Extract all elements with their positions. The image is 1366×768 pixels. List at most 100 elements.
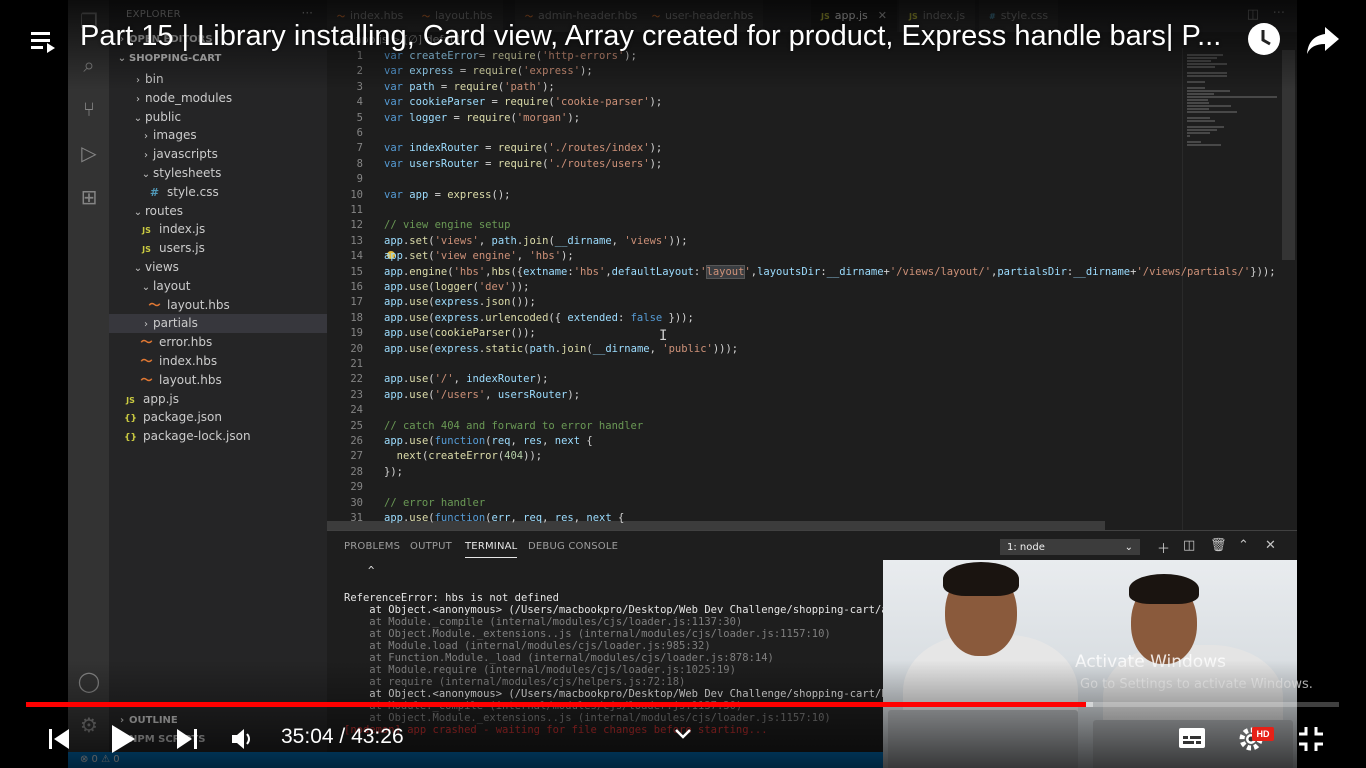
exit-fullscreen-icon[interactable] bbox=[1297, 725, 1325, 753]
tree-folder[interactable]: ⌄ layout bbox=[109, 277, 327, 296]
tree-folder[interactable]: ⌄ public bbox=[109, 108, 327, 127]
problems-status[interactable]: ⊗ 0 ⚠ 0 bbox=[80, 752, 120, 768]
code-line[interactable]: 6 bbox=[327, 126, 1177, 141]
chevron-down-icon[interactable]: ⌄ bbox=[131, 109, 145, 128]
split-editor-icon[interactable]: ◫ bbox=[1247, 7, 1259, 22]
code-line[interactable]: 11 bbox=[327, 203, 1177, 218]
minimap-line bbox=[1187, 126, 1224, 128]
code-line[interactable]: 2 var express = require('express'); bbox=[327, 64, 1177, 79]
tree-folder[interactable]: ⌄ stylesheets bbox=[109, 164, 327, 183]
chevron-right-icon[interactable]: › bbox=[139, 146, 153, 165]
code-line[interactable]: 19 app.use(cookieParser()); bbox=[327, 326, 1177, 341]
code-line[interactable]: 20 app.use(express.static(path.join(__dir… bbox=[327, 342, 1177, 357]
panel-tab-problems[interactable]: PROBLEMS bbox=[344, 541, 400, 552]
chevron-down-icon[interactable]: ⌄ bbox=[139, 278, 153, 297]
play-icon[interactable] bbox=[110, 724, 136, 754]
code-line[interactable]: 8 var usersRouter = require('./routes/use… bbox=[327, 157, 1177, 172]
tree-folder[interactable]: ⌄ views bbox=[109, 258, 327, 277]
code-line[interactable]: 22 app.use('/', indexRouter); bbox=[327, 372, 1177, 387]
tree-folder[interactable]: › partials bbox=[109, 314, 327, 334]
code-line[interactable]: 31 app.use(function(err, req, res, next { bbox=[327, 511, 1177, 526]
search-icon[interactable]: ⌕ bbox=[76, 52, 102, 78]
watch-later-icon[interactable] bbox=[1247, 22, 1281, 56]
chevron-down-icon[interactable] bbox=[674, 727, 692, 741]
tree-file[interactable]: 〜 error.hbs bbox=[109, 333, 327, 352]
tree-file[interactable]: JS index.js bbox=[109, 220, 327, 239]
tree-folder[interactable]: › javascripts bbox=[109, 145, 327, 164]
account-icon[interactable]: ◯ bbox=[76, 668, 102, 694]
project-section[interactable]: ⌄ SHOPPING-CART bbox=[115, 53, 222, 64]
chevron-down-icon[interactable]: ⌄ bbox=[139, 165, 153, 184]
tree-file[interactable]: # style.css bbox=[109, 183, 327, 202]
kill-terminal-icon[interactable]: 🗑 bbox=[1210, 538, 1227, 553]
code-line[interactable]: 27 next(createError(404)); bbox=[327, 449, 1177, 464]
code-line[interactable]: 24 bbox=[327, 403, 1177, 418]
tree-folder[interactable]: › node_modules bbox=[109, 89, 327, 108]
code-line[interactable]: 13 app.set('views', path.join(__dirname, … bbox=[327, 234, 1177, 249]
code-line[interactable]: 4 var cookieParser = require('cookie-pars… bbox=[327, 95, 1177, 110]
tree-folder[interactable]: › images bbox=[109, 126, 327, 145]
progress-bar[interactable] bbox=[26, 702, 1339, 707]
code-line[interactable]: 7 var indexRouter = require('./routes/ind… bbox=[327, 141, 1177, 156]
editor-scrollbar[interactable] bbox=[1282, 50, 1295, 260]
extensions-icon[interactable]: ⊞ bbox=[76, 184, 102, 210]
volume-icon[interactable] bbox=[230, 727, 254, 751]
playlist-icon[interactable] bbox=[30, 26, 60, 56]
previous-icon[interactable] bbox=[48, 727, 70, 751]
tree-file[interactable]: {} package-lock.json bbox=[109, 427, 327, 446]
next-icon[interactable] bbox=[176, 727, 198, 751]
tree-folder[interactable]: ⌄ routes bbox=[109, 202, 327, 221]
code-line[interactable]: 15 app.engine('hbs',hbs({extname:'hbs',de… bbox=[327, 264, 1276, 280]
code-line[interactable]: 10 var app = express(); bbox=[327, 188, 1177, 203]
minimap[interactable] bbox=[1182, 48, 1282, 530]
tree-file[interactable]: 〜 layout.hbs bbox=[109, 371, 327, 390]
manage-gear-icon[interactable]: ⚙ bbox=[76, 712, 102, 738]
share-icon[interactable] bbox=[1305, 23, 1341, 57]
subtitles-icon[interactable] bbox=[1178, 727, 1206, 749]
code-line[interactable]: 30 // error handler bbox=[327, 496, 1177, 511]
code-line[interactable]: 17 app.use(express.json()); bbox=[327, 295, 1177, 310]
code-token: , bbox=[510, 435, 524, 447]
more-actions-icon[interactable]: ··· bbox=[302, 6, 313, 20]
terminal-select[interactable]: 1: node ⌄ bbox=[1000, 539, 1140, 555]
panel-tab-terminal[interactable]: TERMINAL bbox=[465, 541, 518, 558]
code-line[interactable]: 5 var logger = require('morgan'); bbox=[327, 111, 1177, 126]
tree-file[interactable]: 〜 index.hbs bbox=[109, 352, 327, 371]
code-line[interactable]: 14 app.set('view engine', 'hbs'); bbox=[327, 249, 1177, 264]
chevron-right-icon[interactable]: › bbox=[139, 315, 153, 334]
tree-file[interactable]: 〜 layout.hbs bbox=[109, 296, 327, 315]
video-title[interactable]: Part 15 | Library installing, Card view,… bbox=[80, 20, 1235, 53]
debug-icon[interactable]: ▷ bbox=[76, 140, 102, 166]
panel-tab-output[interactable]: OUTPUT bbox=[410, 541, 452, 552]
tree-file[interactable]: {} package.json bbox=[109, 408, 327, 427]
split-terminal-icon[interactable]: ◫ bbox=[1183, 538, 1195, 553]
chevron-right-icon[interactable]: › bbox=[131, 71, 145, 90]
code-line[interactable]: 16 app.use(logger('dev')); bbox=[327, 280, 1177, 295]
chevron-right-icon[interactable]: › bbox=[139, 127, 153, 146]
code-line[interactable]: 26 app.use(function(req, res, next { bbox=[327, 434, 1177, 449]
code-line[interactable]: 18 app.use(express.urlencoded({ extended:… bbox=[327, 311, 1177, 326]
code-line[interactable]: 21 bbox=[327, 357, 1177, 372]
terminal-output[interactable]: ^ ReferenceError: hbs is not defined at … bbox=[344, 561, 957, 736]
chevron-down-icon[interactable]: ⌄ bbox=[131, 203, 145, 222]
tree-file[interactable]: JS users.js bbox=[109, 239, 327, 258]
code-line[interactable]: 23 app.use('/users', usersRouter); bbox=[327, 388, 1177, 403]
chevron-down-icon[interactable]: ⌄ bbox=[131, 259, 145, 278]
panel-tab-debug-console[interactable]: DEBUG CONSOLE bbox=[528, 541, 618, 552]
code-line[interactable]: 9 bbox=[327, 172, 1177, 187]
code-line[interactable]: 12 // view engine setup bbox=[327, 218, 1177, 233]
chevron-right-icon[interactable]: › bbox=[131, 90, 145, 109]
scroll-up-caret[interactable]: ^ bbox=[368, 565, 374, 577]
code-line[interactable]: 25 // catch 404 and forward to error hand… bbox=[327, 419, 1177, 434]
new-terminal-icon[interactable]: ＋ bbox=[1157, 538, 1170, 557]
code-editor[interactable]: 1 var createError= require('http-errors')… bbox=[327, 48, 1297, 530]
source-control-icon[interactable]: ⑂ bbox=[76, 96, 102, 122]
code-line[interactable]: 28}); bbox=[327, 465, 1177, 480]
tree-file[interactable]: JS app.js bbox=[109, 390, 327, 409]
tree-folder[interactable]: › bin bbox=[109, 70, 327, 89]
close-panel-icon[interactable]: ✕ bbox=[1265, 538, 1276, 553]
maximize-panel-icon[interactable]: ⌃ bbox=[1238, 538, 1249, 553]
tab-more-icon[interactable]: ··· bbox=[1273, 6, 1285, 21]
code-line[interactable]: 29 bbox=[327, 480, 1177, 495]
code-line[interactable]: 3 var path = require('path'); bbox=[327, 80, 1177, 95]
